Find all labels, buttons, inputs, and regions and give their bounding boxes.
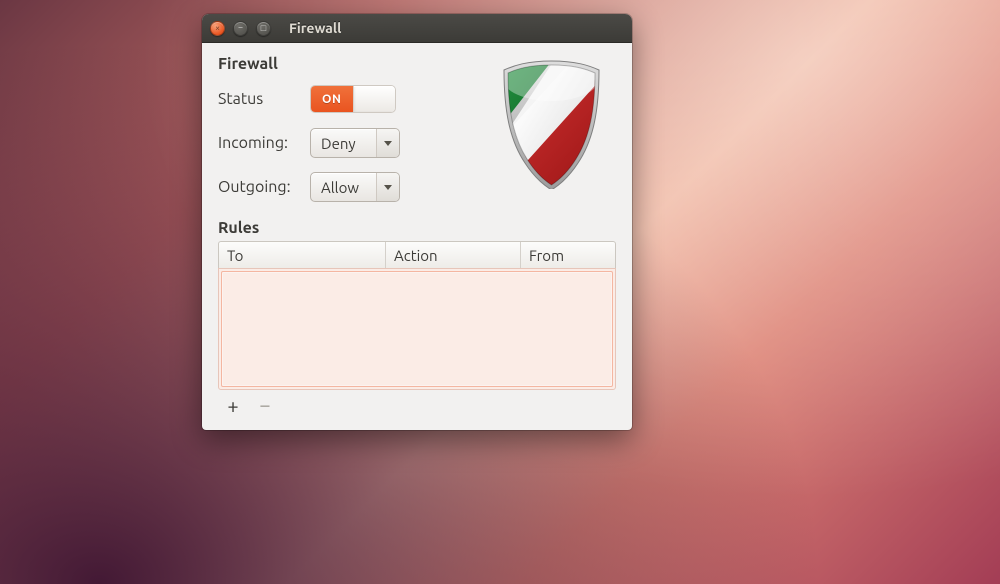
shield-icon — [499, 59, 604, 189]
rules-table-body[interactable] — [218, 268, 616, 390]
status-toggle-on-label: ON — [311, 86, 353, 112]
rules-col-to[interactable]: To — [219, 242, 386, 268]
window-maximize-button[interactable]: □ — [256, 21, 271, 36]
titlebar[interactable]: × − □ Firewall — [202, 14, 632, 43]
incoming-row: Incoming: Deny — [218, 121, 486, 165]
outgoing-select-arrow — [377, 173, 399, 201]
rules-toolbar: + − — [218, 396, 616, 416]
incoming-select-arrow — [377, 129, 399, 157]
remove-rule-button[interactable]: − — [256, 395, 274, 415]
firewall-section-title: Firewall — [218, 55, 486, 73]
chevron-down-icon — [384, 185, 392, 190]
window-title: Firewall — [289, 20, 341, 36]
rules-table-selection-area — [221, 271, 613, 387]
outgoing-row: Outgoing: Allow — [218, 165, 486, 209]
status-label: Status — [218, 90, 310, 108]
outgoing-label: Outgoing: — [218, 178, 310, 196]
rules-col-from[interactable]: From — [521, 242, 615, 268]
chevron-down-icon — [384, 141, 392, 146]
status-toggle-knob — [353, 86, 396, 112]
shield-icon-wrap — [486, 55, 616, 189]
window-close-button[interactable]: × — [210, 21, 225, 36]
status-toggle[interactable]: ON — [310, 85, 396, 113]
close-icon: × — [215, 24, 220, 33]
window-body: Firewall Status ON Incoming: Deny — [202, 43, 632, 430]
outgoing-select-value: Allow — [311, 173, 377, 201]
incoming-select[interactable]: Deny — [310, 128, 400, 158]
status-row: Status ON — [218, 77, 486, 121]
rules-col-action[interactable]: Action — [386, 242, 521, 268]
add-rule-button[interactable]: + — [224, 396, 242, 416]
incoming-label: Incoming: — [218, 134, 310, 152]
rules-section-title: Rules — [218, 219, 616, 237]
window-minimize-button[interactable]: − — [233, 21, 248, 36]
rules-table-header: To Action From — [218, 241, 616, 269]
incoming-select-value: Deny — [311, 129, 377, 157]
maximize-icon: □ — [261, 24, 266, 33]
firewall-window: × − □ Firewall Firewall Status ON Incomi… — [202, 14, 632, 430]
outgoing-select[interactable]: Allow — [310, 172, 400, 202]
minimize-icon: − — [238, 23, 243, 32]
